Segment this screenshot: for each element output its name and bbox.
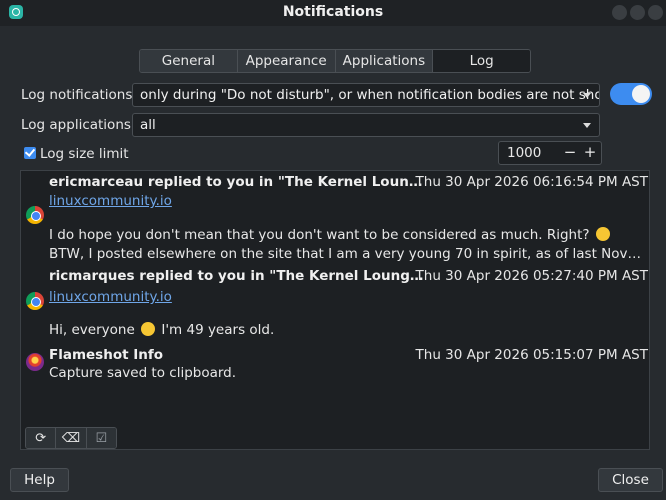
log-notifications-value: only during "Do not disturb", or when no… bbox=[140, 87, 600, 103]
log-notifications-toggle[interactable] bbox=[610, 83, 652, 105]
entry-body-text: I do hope you don't mean that you don't … bbox=[49, 227, 590, 243]
entry-title: ericmarceau replied to you in "The Kerne… bbox=[49, 174, 427, 190]
entry-title: Flameshot Info bbox=[49, 347, 164, 363]
log-size-limit-checkbox[interactable] bbox=[24, 147, 36, 159]
tab-general[interactable]: General bbox=[140, 50, 238, 72]
entry-body-text: Hi, everyone bbox=[49, 322, 135, 338]
log-applications-select[interactable]: all bbox=[132, 113, 600, 137]
log-size-limit-label[interactable]: Log size limit bbox=[40, 146, 129, 162]
minimize-button[interactable] bbox=[612, 5, 627, 20]
tab-appearance[interactable]: Appearance bbox=[237, 50, 336, 72]
chevron-down-icon bbox=[583, 93, 591, 98]
maximize-button[interactable] bbox=[630, 5, 645, 20]
help-button[interactable]: Help bbox=[10, 468, 69, 492]
entry-body-line-1: I do hope you don't mean that you don't … bbox=[49, 227, 647, 243]
entry-time: Thu 30 Apr 2026 05:15:07 PM AST bbox=[415, 347, 648, 363]
notification-log-list[interactable]: ericmarceau replied to you in "The Kerne… bbox=[20, 170, 650, 450]
decrement-button[interactable]: − bbox=[561, 143, 579, 161]
increment-button[interactable]: + bbox=[581, 143, 599, 161]
refresh-icon: ⟳ bbox=[35, 430, 47, 446]
tab-log[interactable]: Log bbox=[433, 50, 530, 72]
tab-bar: General Appearance Applications Log bbox=[139, 49, 531, 73]
flameshot-icon bbox=[26, 353, 44, 371]
entry-time: Thu 30 Apr 2026 05:27:40 PM AST bbox=[415, 268, 648, 284]
entry-body-text: I'm 49 years old. bbox=[161, 322, 275, 338]
log-applications-label: Log applications bbox=[21, 117, 131, 133]
log-toolbar: ⟳ ⌫ ☑ bbox=[25, 427, 117, 449]
entry-link[interactable]: linuxcommunity.io bbox=[49, 289, 172, 305]
mark-read-button[interactable]: ☑ bbox=[86, 428, 116, 448]
log-notifications-select[interactable]: only during "Do not disturb", or when no… bbox=[132, 83, 600, 107]
entry-link[interactable]: linuxcommunity.io bbox=[49, 193, 172, 209]
title-bar: Notifications bbox=[0, 0, 666, 26]
log-size-limit-spinbox[interactable]: 1000 − + bbox=[498, 141, 602, 165]
entry-body-line-1: Hi, everyone I'm 49 years old. bbox=[49, 322, 647, 338]
clear-log-button[interactable]: ⌫ bbox=[56, 428, 87, 448]
refresh-button[interactable]: ⟳ bbox=[26, 428, 57, 448]
smile-emoji-icon bbox=[595, 227, 610, 241]
window-title: Notifications bbox=[282, 4, 384, 20]
notifications-dialog: General Appearance Applications Log Log … bbox=[0, 26, 666, 500]
chrome-icon bbox=[26, 206, 44, 224]
log-notifications-label: Log notifications bbox=[21, 87, 133, 103]
close-button[interactable]: Close bbox=[598, 468, 663, 492]
backspace-icon: ⌫ bbox=[61, 430, 81, 446]
entry-time: Thu 30 Apr 2026 06:16:54 PM AST bbox=[415, 174, 648, 190]
close-window-button[interactable] bbox=[648, 5, 663, 20]
entry-body-line-2: BTW, I posted elsewhere on the site that… bbox=[49, 246, 647, 262]
log-applications-value: all bbox=[140, 117, 156, 133]
entry-body-line-1: Capture saved to clipboard. bbox=[49, 365, 237, 381]
checkbox-icon: ☑ bbox=[95, 430, 108, 446]
tab-applications[interactable]: Applications bbox=[335, 50, 434, 72]
smile-emoji-icon bbox=[141, 322, 156, 336]
log-size-limit-value[interactable]: 1000 bbox=[507, 145, 541, 161]
chrome-icon bbox=[26, 292, 44, 310]
entry-title: ricmarques replied to you in "The Kernel… bbox=[49, 268, 427, 284]
chevron-down-icon bbox=[583, 123, 591, 128]
